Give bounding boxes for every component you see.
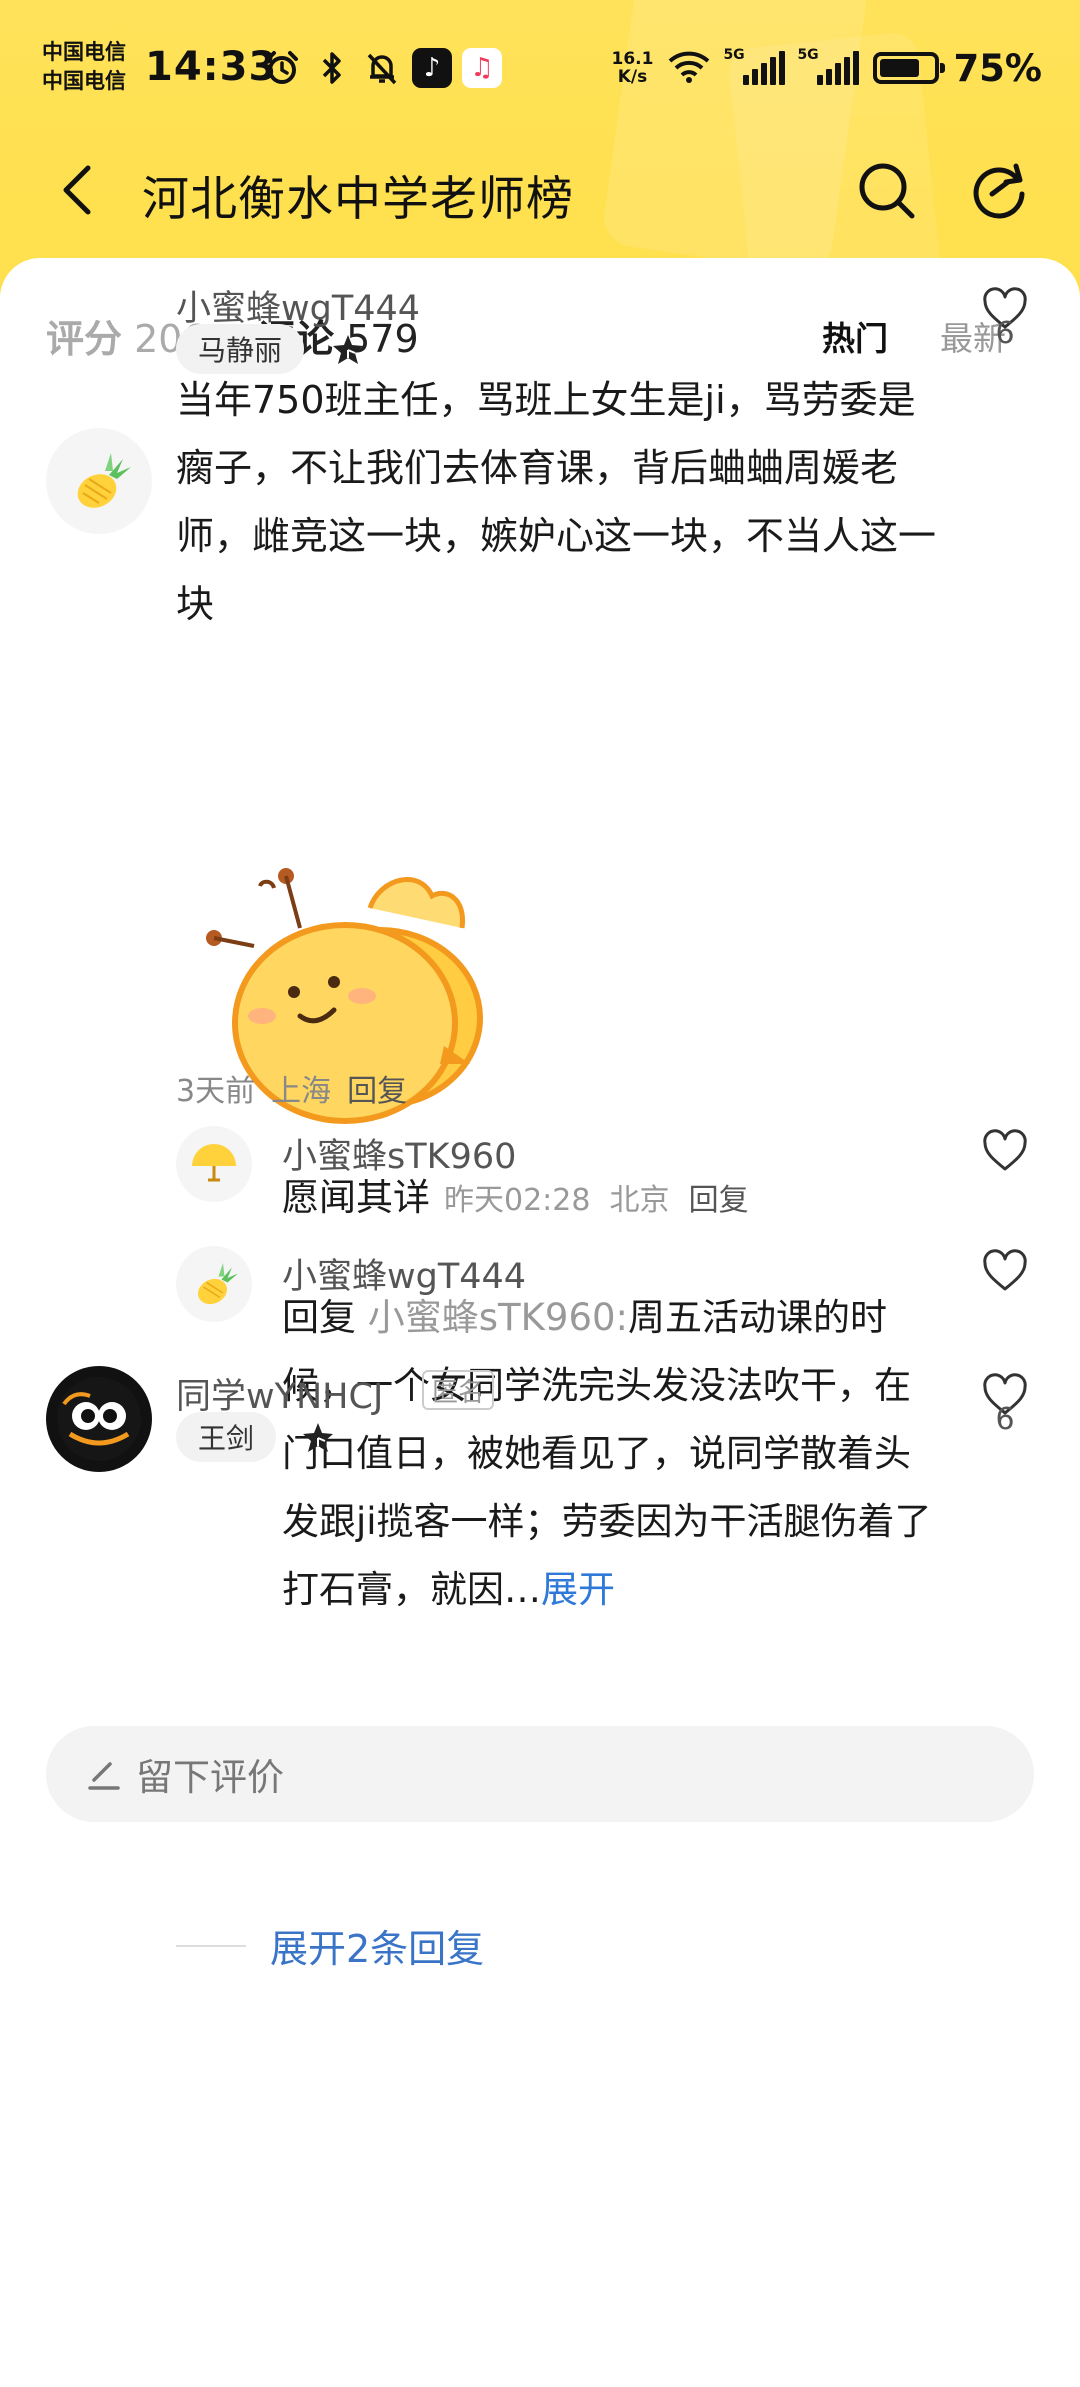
reply-button[interactable]: 回复 [689, 1183, 749, 1218]
expand-replies-label: 展开2条回复 [270, 1927, 485, 1971]
back-button[interactable] [48, 158, 108, 222]
star-icon [303, 1423, 333, 1452]
bluetooth-icon [312, 48, 352, 88]
teacher-tag[interactable]: 王剑 [176, 1412, 277, 1462]
nav-bar: 河北衡水中学老师榜 [0, 140, 1080, 240]
avatar[interactable] [176, 1246, 252, 1322]
reply-body: 周五活动课的时候，一个女同学洗完头发没法吹干，在门口值日，被她看见了，说同学散着… [282, 1296, 932, 1611]
signal-strength-1: 5G [723, 47, 786, 85]
reply-meta: 昨天02:28 北京 回复 [444, 1183, 749, 1218]
refresh-icon [973, 163, 1025, 219]
pineapple-icon [197, 1263, 238, 1305]
status-right: 16.1 K/s 5G 5G 75% [611, 46, 1042, 90]
comments-panel: 评分 206 评论 579 热门 最新 小蜜蜂wgT444 马静丽 6 当年75… [0, 258, 1080, 2387]
battery-percent: 75% [953, 46, 1042, 90]
divider-line [176, 1944, 246, 1947]
comment-meta: 3天前 上海 回复 [176, 1066, 407, 1110]
expand-text-link[interactable]: 展开 [541, 1568, 615, 1611]
reply-prefix: 回复 [282, 1296, 356, 1339]
alarm-icon [262, 48, 302, 88]
reply-mention[interactable]: 小蜜蜂sTK960: [368, 1296, 628, 1339]
page-title: 河北衡水中学老师榜 [142, 172, 574, 227]
status-icons: ♪ ♫ [262, 48, 502, 88]
stats-row: 评分 206 评论 579 热门 最新 [0, 298, 1080, 368]
pencil-icon [88, 1762, 120, 1790]
reply-text: 回复 小蜜蜂sTK960:周五活动课的时候，一个女同学洗完头发没法吹干，在门口值… [282, 1284, 942, 1624]
signal-type-1: 5G [723, 47, 745, 63]
mute-bell-icon [362, 48, 402, 88]
carrier-2: 中国电信 [42, 69, 126, 93]
status-bar: 中国电信 中国电信 14:33 ♪ ♫ 16.1 K/s 5G 5G 75% [0, 0, 1080, 140]
net-speed-unit: K/s [617, 67, 648, 87]
write-review-placeholder: 留下评价 [136, 1756, 284, 1799]
wifi-icon [667, 48, 711, 88]
comment-text: 当年750班主任，骂班上女生是ji，骂劳委是瘸子，不让我们去体育课，背后蛐蛐周媛… [176, 378, 937, 626]
sort-hot[interactable]: 热门 [822, 312, 888, 360]
search-icon [859, 163, 915, 219]
carrier-1: 中国电信 [42, 40, 126, 64]
avatar[interactable] [46, 428, 152, 534]
net-speed-value: 16.1 [611, 49, 654, 69]
battery-icon [873, 52, 946, 84]
like-count: 6 [995, 1402, 1015, 1437]
battery-fill [880, 59, 920, 77]
reply-button[interactable]: 回复 [347, 1066, 407, 1110]
reply-text: 愿闻其详 昨天02:28 北京 回复 [282, 1164, 1002, 1235]
comment-location: 上海 [271, 1074, 332, 1109]
signal-type-2: 5G [797, 47, 819, 63]
status-time: 14:33 [145, 44, 278, 90]
music-icon: ♫ [462, 48, 502, 88]
like-heart-icon[interactable] [980, 1246, 1030, 1296]
comment-time: 3天前 [176, 1074, 256, 1109]
reply-body: 愿闻其详 [282, 1176, 430, 1219]
write-review-input[interactable]: 留下评价 [46, 1726, 1034, 1822]
signal-strength-2: 5G [797, 47, 860, 85]
pineapple-icon [77, 453, 131, 508]
net-speed: 16.1 K/s [611, 50, 653, 86]
share-button[interactable] [968, 160, 1030, 222]
avatar[interactable] [176, 1126, 252, 1202]
like-count: 6 [995, 316, 1015, 351]
expand-replies-button[interactable]: 展开2条回复 [176, 1918, 484, 1973]
tiktok-icon: ♪ [412, 48, 452, 88]
avatar[interactable] [46, 1366, 152, 1472]
reply-location: 北京 [609, 1183, 670, 1218]
owl-eyes-icon [57, 1377, 141, 1461]
search-button[interactable] [856, 160, 918, 222]
star-icon [333, 335, 363, 364]
reply-time: 昨天02:28 [444, 1183, 591, 1218]
fan-icon [192, 1144, 236, 1182]
anonymous-badge: 匿名 [422, 1370, 495, 1410]
chevron-left-icon [63, 165, 91, 215]
rating-label: 评分 [46, 317, 123, 361]
carrier-labels: 中国电信 中国电信 [42, 38, 126, 96]
